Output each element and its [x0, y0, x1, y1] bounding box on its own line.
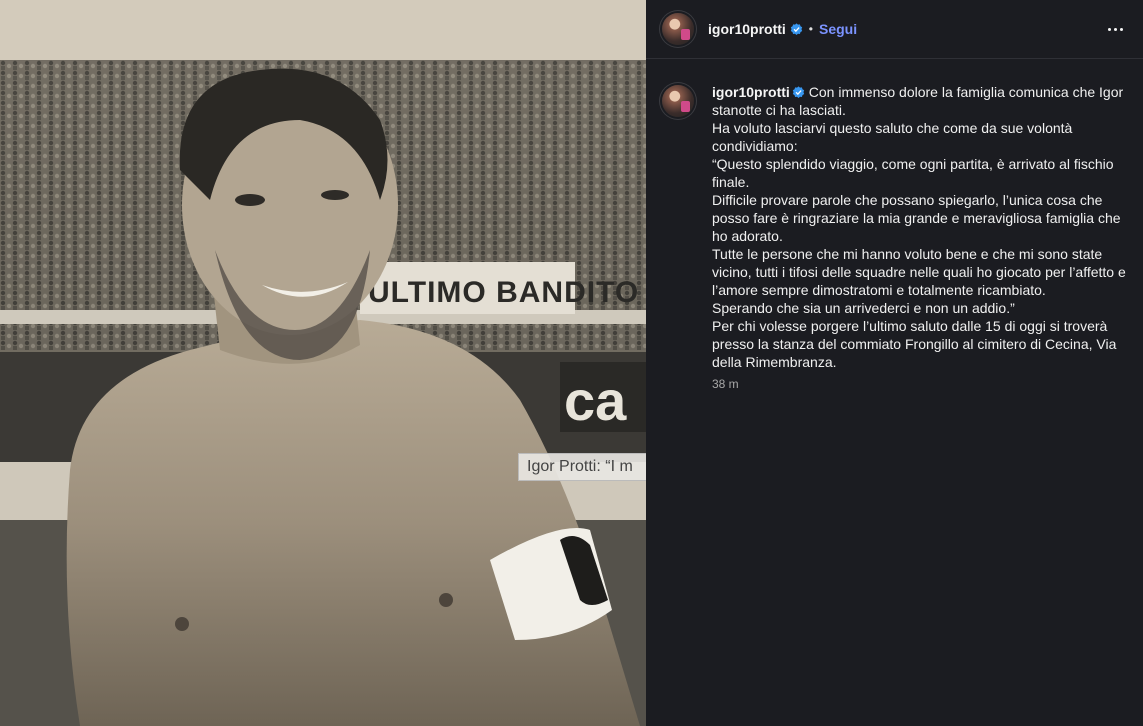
stadium-banner-text: ULTIMO BANDITO — [368, 276, 639, 309]
more-options-icon[interactable] — [1103, 17, 1127, 41]
photo-illustration: ULTIMO BANDITO ca — [0, 0, 646, 726]
caption-comment: igor10protti Con immenso dolore la famigl… — [646, 59, 1143, 391]
verified-badge-icon — [792, 86, 804, 99]
header-username[interactable]: igor10protti — [708, 21, 786, 37]
follow-button[interactable]: Segui — [819, 21, 857, 37]
verified-badge-icon — [790, 22, 802, 35]
caption-text: Con immenso dolore la famiglia comunica … — [712, 84, 1126, 370]
post-timestamp[interactable]: 38 m — [712, 377, 1127, 391]
ad-board-text: ca — [564, 369, 627, 432]
caption-username[interactable]: igor10protti — [712, 84, 790, 100]
separator-dot: • — [808, 22, 813, 36]
caption-avatar[interactable] — [662, 85, 694, 117]
caption-body: igor10protti Con immenso dolore la famigl… — [712, 83, 1127, 391]
image-overlay-caption: Igor Protti: “I m — [518, 453, 646, 481]
instagram-post-dialog: ULTIMO BANDITO ca Igor Protti: “I m igor… — [0, 0, 1143, 726]
post-photo[interactable]: ULTIMO BANDITO ca Igor Protti: “I m — [0, 0, 646, 726]
avatar[interactable] — [662, 13, 694, 45]
post-header: igor10protti • Segui — [646, 0, 1143, 59]
caption-paragraph: igor10protti Con immenso dolore la famigl… — [712, 83, 1127, 371]
post-side-panel: igor10protti • Segui igor10protti Con imm… — [646, 0, 1143, 726]
